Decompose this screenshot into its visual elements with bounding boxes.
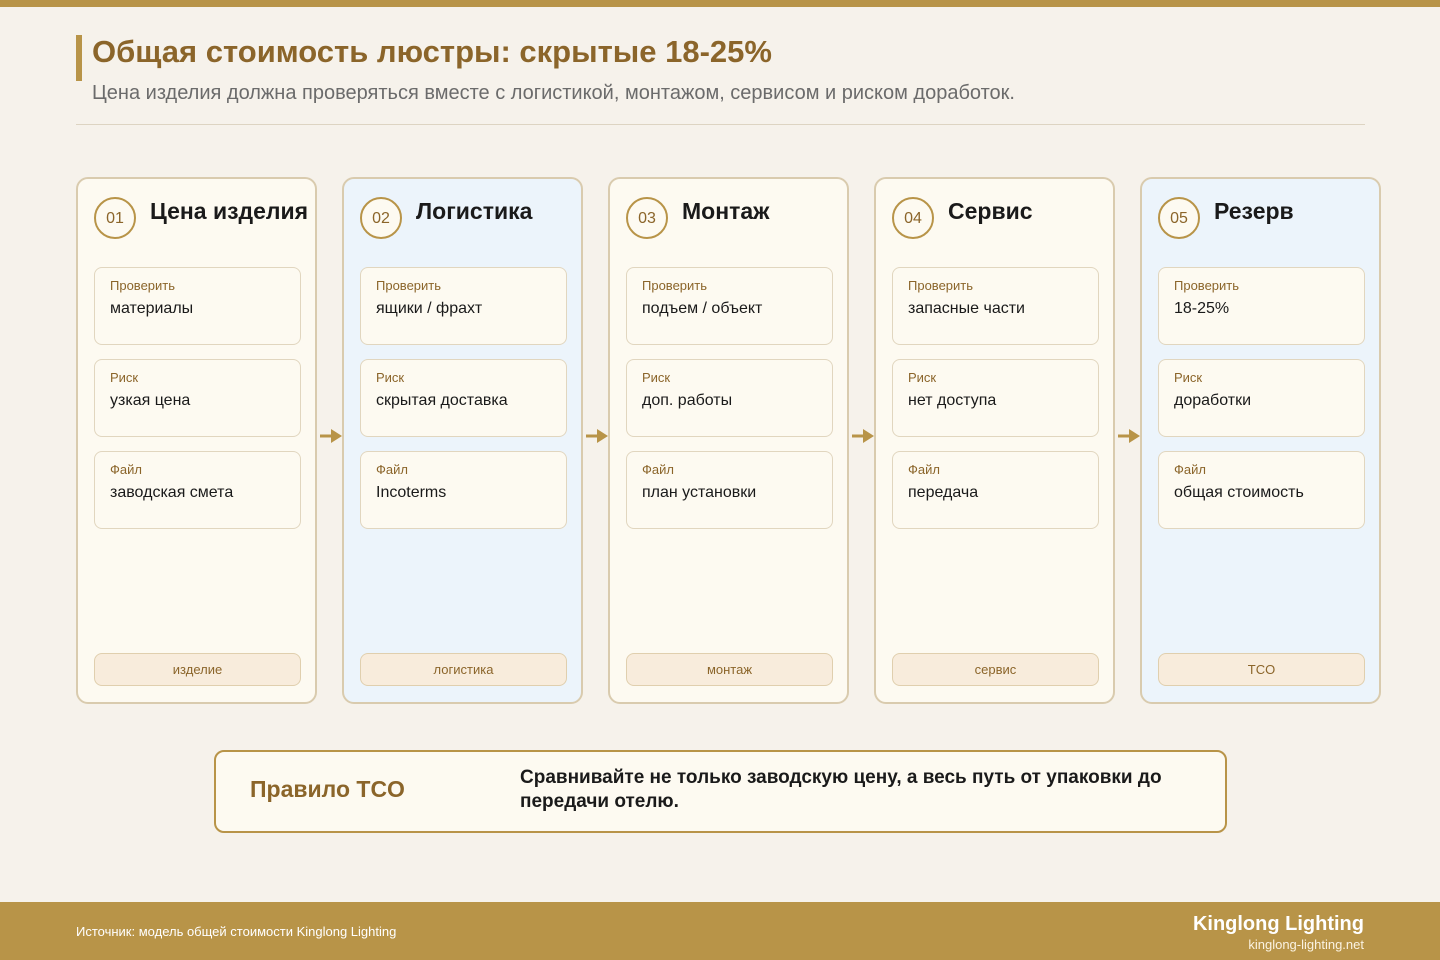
file-card: Файл передача <box>892 451 1099 529</box>
card-label: Файл <box>1174 462 1206 477</box>
risk-card: Риск узкая цена <box>94 359 301 437</box>
file-card: Файл заводская смета <box>94 451 301 529</box>
card-label: Файл <box>908 462 940 477</box>
check-card: Проверить запасные части <box>892 267 1099 345</box>
stage-number: 03 <box>626 197 668 239</box>
card-label: Файл <box>642 462 674 477</box>
card-label: Риск <box>110 370 139 385</box>
file-card: Файл план установки <box>626 451 833 529</box>
stage-tag: изделие <box>94 653 301 686</box>
page-subtitle: Цена изделия должна проверяться вместе с… <box>92 82 1015 104</box>
title-accent-bar <box>76 35 82 81</box>
card-value: скрытая доставка <box>376 392 508 409</box>
file-card: Файл общая стоимость <box>1158 451 1365 529</box>
card-value: нет доступа <box>908 392 997 409</box>
card-value: заводская смета <box>110 484 234 501</box>
rule-text: Сравнивайте не только заводскую цену, а … <box>520 767 1162 812</box>
file-card: Файл Incoterms <box>360 451 567 529</box>
card-value: ящики / фрахт <box>376 300 483 317</box>
card-label: Проверить <box>376 278 442 293</box>
flow-arrow-icon <box>1118 429 1140 443</box>
brand-url: kinglong-lighting.net <box>1248 937 1364 952</box>
card-label: Риск <box>642 370 671 385</box>
page-title: Общая стоимость люстры: скрытые 18-25% <box>92 34 772 69</box>
stage-title: Логистика <box>416 198 533 224</box>
stage-number: 05 <box>1158 197 1200 239</box>
check-card: Проверить материалы <box>94 267 301 345</box>
brand-name: Kinglong Lighting <box>1192 913 1364 935</box>
stage-tag: сервис <box>892 653 1099 686</box>
card-label: Риск <box>1174 370 1203 385</box>
stage-column-installation: 03 Монтаж Проверить подъем / объект Риск… <box>608 177 849 704</box>
rule-title: Правило TCO <box>250 776 405 802</box>
source-note: Источник: модель общей стоимости Kinglon… <box>76 924 397 939</box>
card-label: Проверить <box>908 278 974 293</box>
risk-card: Риск нет доступа <box>892 359 1099 437</box>
card-label: Проверить <box>642 278 708 293</box>
card-label: Риск <box>908 370 937 385</box>
stage-number: 01 <box>94 197 136 239</box>
card-label: Риск <box>376 370 405 385</box>
top-accent-bar <box>0 0 1440 7</box>
card-value: материалы <box>110 300 194 317</box>
check-card: Проверить 18-25% <box>1158 267 1365 345</box>
card-label: Файл <box>110 462 142 477</box>
stage-number: 04 <box>892 197 934 239</box>
flow-arrow-icon <box>586 429 608 443</box>
header-divider <box>76 124 1365 125</box>
stage-number: 02 <box>360 197 402 239</box>
stage-column-service: 04 Сервис Проверить запасные части Риск … <box>874 177 1115 704</box>
stage-column-reserve: 05 Резерв Проверить 18-25% Риск доработк… <box>1140 177 1381 704</box>
tco-rule-box: Правило TCO Сравнивайте не только заводс… <box>214 750 1227 833</box>
card-value: доработки <box>1174 392 1252 409</box>
stage-column-logistics: 02 Логистика Проверить ящики / фрахт Рис… <box>342 177 583 704</box>
card-value: узкая цена <box>110 392 191 409</box>
stage-title: Сервис <box>948 198 1033 224</box>
card-value: 18-25% <box>1174 300 1230 317</box>
card-value: план установки <box>642 484 757 501</box>
risk-card: Риск доп. работы <box>626 359 833 437</box>
flow-arrow-icon <box>852 429 874 443</box>
card-value: запасные части <box>908 300 1025 317</box>
card-value: доп. работы <box>642 392 733 409</box>
card-value: передача <box>908 484 979 501</box>
stage-title: Резерв <box>1214 198 1294 224</box>
card-label: Файл <box>376 462 408 477</box>
footer: Источник: модель общей стоимости Kinglon… <box>0 902 1440 960</box>
stage-tag: логистика <box>360 653 567 686</box>
card-label: Проверить <box>110 278 176 293</box>
card-value: общая стоимость <box>1174 484 1304 501</box>
stage-tag: монтаж <box>626 653 833 686</box>
card-value: подъем / объект <box>642 300 763 317</box>
risk-card: Риск скрытая доставка <box>360 359 567 437</box>
stage-title: Монтаж <box>682 198 770 224</box>
check-card: Проверить подъем / объект <box>626 267 833 345</box>
stage-tag: TCO <box>1158 653 1365 686</box>
card-value: Incoterms <box>376 484 447 501</box>
risk-card: Риск доработки <box>1158 359 1365 437</box>
stage-column-price: 01 Цена изделия Проверить материалы Риск… <box>76 177 317 704</box>
flow-arrow-icon <box>320 429 342 443</box>
stage-title: Цена изделия <box>150 198 309 224</box>
card-label: Проверить <box>1174 278 1240 293</box>
check-card: Проверить ящики / фрахт <box>360 267 567 345</box>
